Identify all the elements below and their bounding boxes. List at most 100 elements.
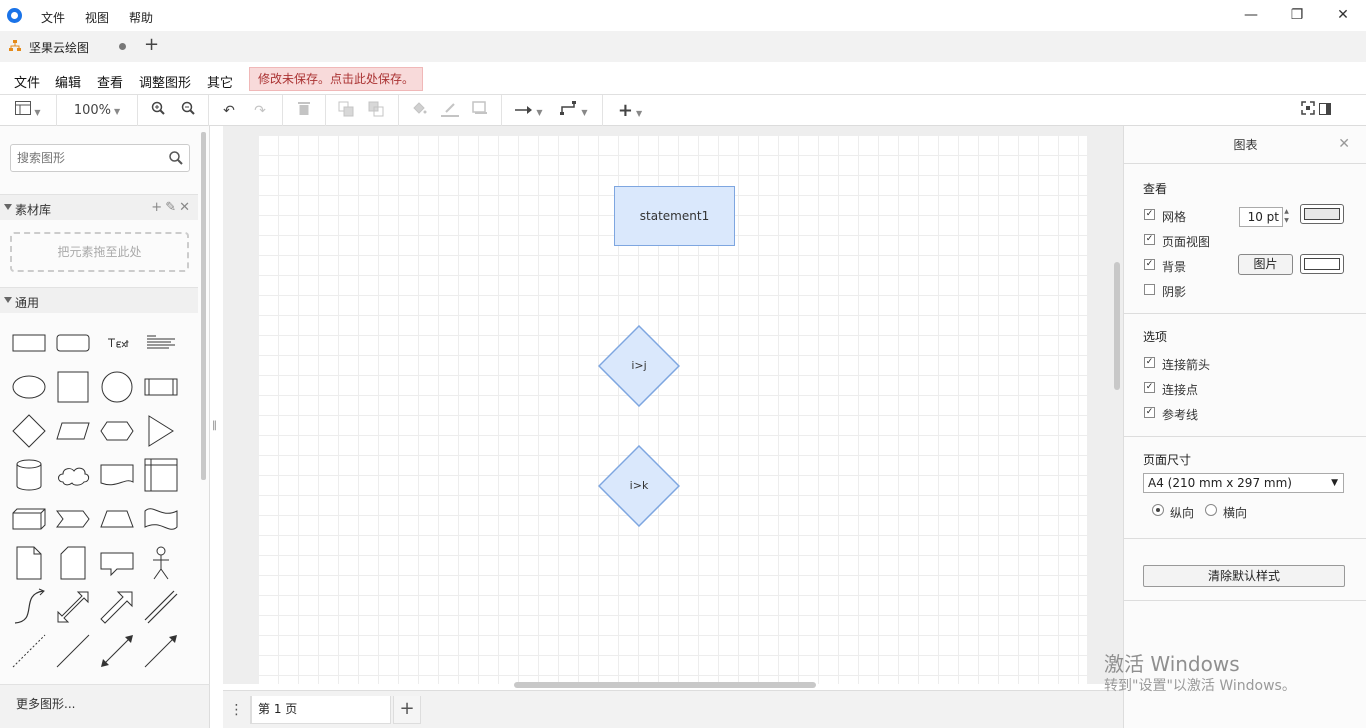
bidirectional-arrow-shape[interactable] — [53, 587, 93, 627]
textbox-shape[interactable] — [141, 323, 181, 363]
square-shape[interactable] — [53, 367, 93, 407]
insert-button[interactable]: + ▼ — [613, 101, 647, 121]
menu-view[interactable]: 查看 — [97, 72, 123, 91]
rounded-rectangle-shape[interactable] — [53, 323, 93, 363]
cylinder-shape[interactable] — [9, 455, 49, 495]
background-checkbox[interactable]: ✓ — [1144, 259, 1155, 270]
callout-shape[interactable] — [97, 543, 137, 583]
zoom-out-button[interactable] — [179, 101, 197, 121]
delete-button[interactable] — [295, 101, 313, 121]
more-shapes-button[interactable]: 更多图形... — [0, 684, 210, 728]
fullscreen-button[interactable] — [1300, 101, 1316, 121]
double-arrow-line-shape[interactable] — [97, 631, 137, 671]
curve-shape[interactable] — [9, 587, 49, 627]
page-tab[interactable]: 第 1 页 — [251, 696, 391, 724]
to-front-button[interactable] — [337, 101, 355, 121]
tape-shape[interactable] — [141, 499, 181, 539]
statement-node[interactable]: statement1 — [614, 186, 735, 246]
line-color-button[interactable] — [440, 101, 460, 121]
add-library-icon[interactable]: + — [151, 200, 162, 215]
search-icon[interactable] — [168, 150, 184, 166]
parallelogram-shape[interactable] — [53, 411, 93, 451]
connect-points-checkbox[interactable]: ✓ — [1144, 382, 1155, 393]
menu-arrange[interactable]: 调整图形 — [139, 72, 191, 91]
diagram-page[interactable]: statement1 i>j i>k — [259, 136, 1087, 684]
step-shape[interactable] — [53, 499, 93, 539]
to-back-button[interactable] — [367, 101, 385, 121]
connect-arrows-checkbox[interactable]: ✓ — [1144, 357, 1155, 368]
sidebar-splitter-handle[interactable]: ‖ — [212, 420, 217, 431]
library-section-header[interactable]: 素材库 + ✎ ✕ — [0, 194, 198, 220]
canvas-horizontal-scrollbar[interactable] — [514, 682, 816, 688]
grid-size-spinner[interactable]: ▲ ▼ — [1281, 207, 1292, 227]
search-input[interactable] — [17, 150, 162, 166]
ellipse-shape[interactable] — [9, 367, 49, 407]
general-section-header[interactable]: 通用 — [0, 287, 198, 313]
guides-checkbox[interactable]: ✓ — [1144, 407, 1155, 418]
close-icon[interactable]: ✕ — [1338, 136, 1350, 152]
zoom-in-button[interactable] — [149, 101, 167, 121]
waypoints-button[interactable]: ▼ — [557, 101, 591, 121]
background-image-button[interactable]: 图片 — [1238, 254, 1293, 275]
arrow-line-shape[interactable] — [141, 631, 181, 671]
actor-shape[interactable] — [141, 543, 181, 583]
trapezoid-shape[interactable] — [97, 499, 137, 539]
page-menu-button[interactable]: ⋮ — [223, 696, 251, 724]
unsaved-changes-notice[interactable]: 修改未保存。点击此处保存。 — [249, 67, 424, 91]
close-window-button[interactable]: ✕ — [1332, 4, 1354, 26]
undo-button[interactable]: ↶ — [220, 101, 238, 121]
line-shape[interactable] — [53, 631, 93, 671]
sysmenu-help[interactable]: 帮助 — [129, 9, 153, 26]
cube-shape[interactable] — [9, 499, 49, 539]
menu-extras[interactable]: 其它 — [207, 72, 233, 91]
fill-color-button[interactable] — [410, 101, 428, 121]
decision-node[interactable]: i>j — [597, 324, 681, 408]
page-size-select[interactable]: A4 (210 mm x 297 mm) ▼ — [1143, 473, 1344, 493]
new-tab-button[interactable]: + — [144, 35, 159, 55]
cloud-shape[interactable] — [53, 455, 93, 495]
minimize-button[interactable]: — — [1240, 4, 1262, 26]
format-panel-toggle[interactable]: ▼ — [10, 101, 46, 121]
clear-default-style-button[interactable]: 清除默认样式 — [1143, 565, 1345, 587]
edit-library-icon[interactable]: ✎ — [165, 200, 176, 215]
double-line-shape[interactable] — [141, 587, 181, 627]
diamond-shape[interactable] — [9, 411, 49, 451]
library-drop-zone[interactable]: 把元素拖至此处 — [10, 232, 189, 272]
sysmenu-file[interactable]: 文件 — [41, 9, 65, 26]
page-view-checkbox[interactable]: ✓ — [1144, 234, 1155, 245]
add-page-button[interactable]: + — [393, 696, 421, 724]
close-library-icon[interactable]: ✕ — [179, 200, 190, 215]
triangle-shape[interactable] — [141, 411, 181, 451]
card-shape[interactable] — [53, 543, 93, 583]
redo-button[interactable]: ↷ — [251, 101, 269, 121]
sysmenu-view[interactable]: 视图 — [85, 9, 109, 26]
shadow-button[interactable] — [471, 101, 489, 121]
zoom-select[interactable]: 100% ▼ — [68, 101, 126, 121]
toggle-panel-button[interactable] — [1318, 101, 1332, 121]
connection-style-button[interactable]: ▼ — [512, 101, 546, 121]
grid-checkbox[interactable]: ✓ — [1144, 209, 1155, 220]
restore-button[interactable]: ❐ — [1286, 4, 1308, 26]
unsaved-dot-icon[interactable] — [119, 43, 126, 50]
document-tab[interactable]: 坚果云绘图 — [0, 31, 138, 62]
shadow-checkbox[interactable] — [1144, 284, 1155, 295]
sidebar-scrollbar[interactable] — [201, 132, 206, 480]
menu-edit[interactable]: 编辑 — [55, 72, 81, 91]
diagram-canvas[interactable]: statement1 i>j i>k — [223, 126, 1123, 684]
portrait-radio[interactable] — [1152, 504, 1164, 516]
background-color-button[interactable] — [1300, 254, 1344, 274]
canvas-vertical-scrollbar[interactable] — [1114, 262, 1120, 390]
menu-file[interactable]: 文件 — [14, 72, 40, 91]
landscape-radio[interactable] — [1205, 504, 1217, 516]
dashed-line-shape[interactable] — [9, 631, 49, 671]
document-shape[interactable] — [97, 455, 137, 495]
hexagon-shape[interactable] — [97, 411, 137, 451]
decision-node[interactable]: i>k — [597, 444, 681, 528]
rectangle-shape[interactable] — [9, 323, 49, 363]
process-shape[interactable] — [141, 367, 181, 407]
text-shape[interactable] — [97, 323, 137, 363]
note-shape[interactable] — [9, 543, 49, 583]
grid-color-button[interactable] — [1300, 204, 1344, 224]
grid-size-input[interactable]: 10 pt — [1239, 207, 1283, 227]
block-arrow-shape[interactable] — [97, 587, 137, 627]
